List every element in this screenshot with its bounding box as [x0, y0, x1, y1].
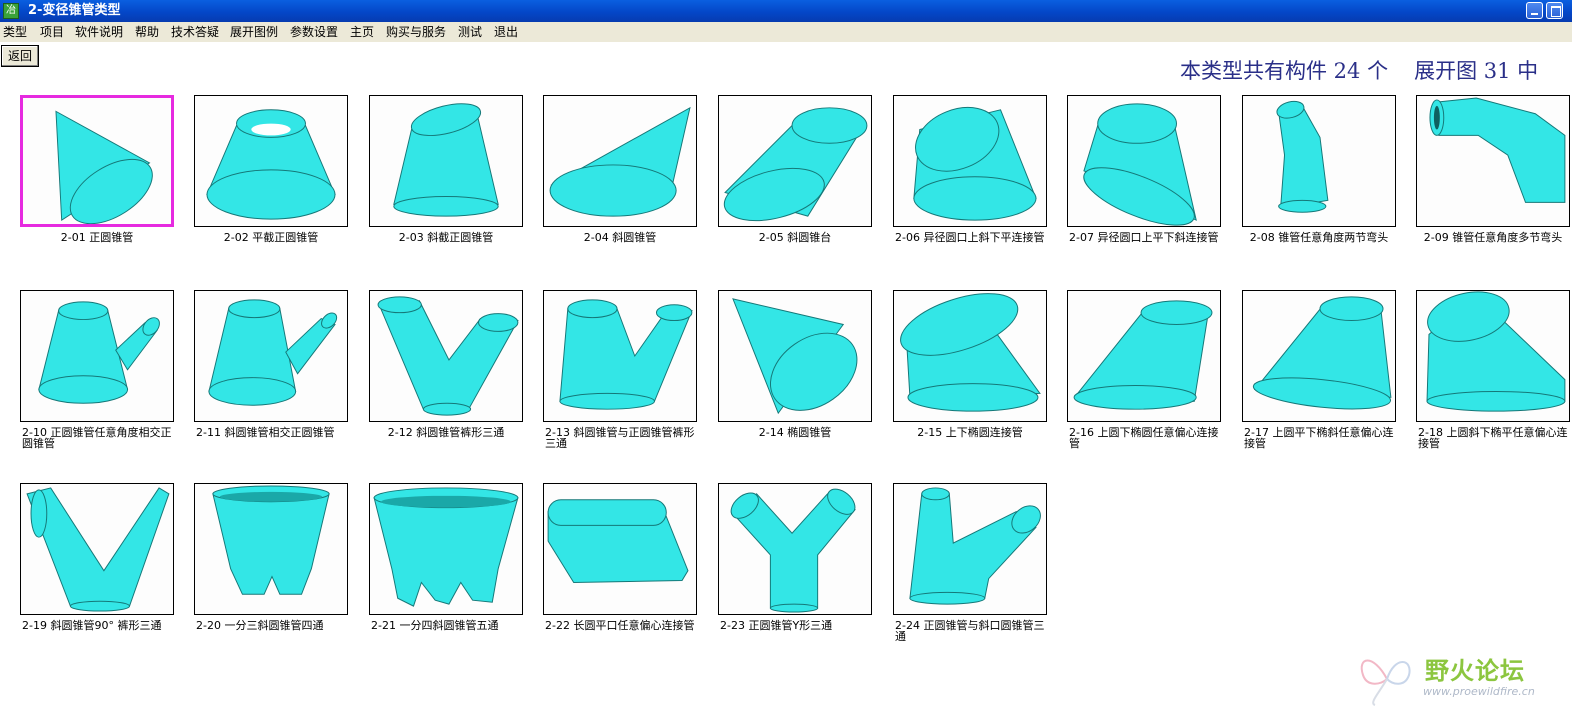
component-caption: 2-18 上圆斜下椭平任意偏心连接管: [1418, 426, 1568, 450]
component-caption: 2-13 斜圆锥管与正圆锥管裤形三通: [545, 426, 695, 450]
right-cone-icon[interactable]: [20, 95, 174, 227]
reducer-slant-bottom-icon[interactable]: [1067, 95, 1221, 227]
butterfly-logo-icon: [1360, 659, 1411, 706]
elliptic-cone-icon[interactable]: [718, 290, 872, 422]
component-caption: 2-24 正圆锥管与斜口圆锥管三通: [895, 619, 1045, 643]
menu-item-settings[interactable]: 参数设置: [290, 24, 338, 40]
component-caption: 2-06 异径圆口上斜下平连接管: [895, 231, 1045, 244]
y-tee-icon[interactable]: [718, 483, 872, 615]
component-caption: 2-01 正圆锥管: [60, 231, 134, 244]
component-caption: 2-19 斜圆锥管90° 裤形三通: [22, 619, 162, 632]
eccentric-transition-2-icon[interactable]: [1242, 290, 1396, 422]
component-count: 本类型共有构件 24 个: [1180, 59, 1389, 83]
summary-text: 本类型共有构件 24 个 展开图 31 中: [1180, 55, 1544, 85]
watermark-url: www.proewildfire.cn: [1423, 685, 1535, 698]
pants-tee-icon[interactable]: [369, 290, 523, 422]
cone-branch-2-icon[interactable]: [194, 290, 348, 422]
component-caption: 2-14 椭圆锥管: [758, 426, 832, 439]
menu-item-examples[interactable]: 展开图例: [230, 24, 278, 40]
oblique-frustum-icon[interactable]: [718, 95, 872, 227]
five-way-icon[interactable]: [369, 483, 523, 615]
menu-bar: 类型 项目 软件说明 帮助 技术答疑 展开图例 参数设置 主页 购买与服务 测试…: [0, 22, 1572, 42]
multi-piece-elbow-icon[interactable]: [1416, 95, 1570, 227]
component-caption: 2-10 正圆锥管任意角度相交正圆锥管: [22, 426, 172, 450]
app-icon: 冶: [3, 3, 19, 19]
watermark: 野火论坛 www.proewildfire.cn: [1355, 645, 1565, 707]
component-caption: 2-22 长圆平口任意偏心连接管: [545, 619, 695, 632]
oblique-cone-icon[interactable]: [543, 95, 697, 227]
menu-item-home[interactable]: 主页: [350, 24, 374, 40]
pants-tee-2-icon[interactable]: [543, 290, 697, 422]
cone-branch-icon[interactable]: [20, 290, 174, 422]
menu-item-about[interactable]: 软件说明: [75, 24, 123, 40]
ellipse-transition-icon[interactable]: [893, 290, 1047, 422]
watermark-text: 野火论坛: [1425, 657, 1525, 685]
menu-item-exit[interactable]: 退出: [494, 24, 518, 40]
menu-item-help[interactable]: 帮助: [135, 24, 159, 40]
eccentric-transition-icon[interactable]: [1067, 290, 1221, 422]
maximize-button[interactable]: [1546, 2, 1563, 19]
oblique-cut-cone-icon[interactable]: [369, 95, 523, 227]
reducer-slant-top-icon[interactable]: [893, 95, 1047, 227]
component-caption: 2-15 上下椭圆连接管: [917, 426, 1023, 439]
component-caption: 2-08 锥管任意角度两节弯头: [1249, 231, 1389, 244]
minimize-button[interactable]: [1526, 2, 1543, 19]
component-caption: 2-02 平截正圆锥管: [223, 231, 319, 244]
component-caption: 2-21 一分四斜圆锥管五通: [371, 619, 499, 632]
menu-item-type[interactable]: 类型: [3, 24, 27, 40]
menu-item-support[interactable]: 技术答疑: [171, 24, 219, 40]
component-caption: 2-16 上圆下椭圆任意偏心连接管: [1069, 426, 1219, 450]
back-button[interactable]: 返回: [1, 45, 39, 67]
menu-item-test[interactable]: 测试: [458, 24, 482, 40]
eccentric-transition-3-icon[interactable]: [1416, 290, 1570, 422]
title-bar: 冶 2-变径锥管类型: [0, 0, 1572, 22]
component-caption: 2-17 上圆平下椭斜任意偏心连接管: [1244, 426, 1394, 450]
component-caption: 2-05 斜圆锥台: [758, 231, 832, 244]
oblong-transition-icon[interactable]: [543, 483, 697, 615]
menu-item-purchase[interactable]: 购买与服务: [386, 24, 446, 40]
component-caption: 2-04 斜圆锥管: [583, 231, 657, 244]
component-caption: 2-23 正圆锥管Y形三通: [720, 619, 833, 632]
cone-tee-icon[interactable]: [893, 483, 1047, 615]
menu-item-project[interactable]: 项目: [40, 24, 64, 40]
component-caption: 2-03 斜截正圆锥管: [398, 231, 494, 244]
v-pants-tee-icon[interactable]: [20, 483, 174, 615]
component-caption: 2-12 斜圆锥管裤形三通: [387, 426, 505, 439]
component-caption: 2-11 斜圆锥管相交正圆锥管: [196, 426, 335, 439]
component-caption: 2-07 异径圆口上平下斜连接管: [1069, 231, 1219, 244]
window-title: 2-变径锥管类型: [28, 3, 121, 18]
four-way-icon[interactable]: [194, 483, 348, 615]
component-caption: 2-09 锥管任意角度多节弯头: [1423, 231, 1563, 244]
frustum-icon[interactable]: [194, 95, 348, 227]
two-piece-elbow-icon[interactable]: [1242, 95, 1396, 227]
unfold-count: 展开图 31 中: [1414, 59, 1539, 83]
component-caption: 2-20 一分三斜圆锥管四通: [196, 619, 324, 632]
